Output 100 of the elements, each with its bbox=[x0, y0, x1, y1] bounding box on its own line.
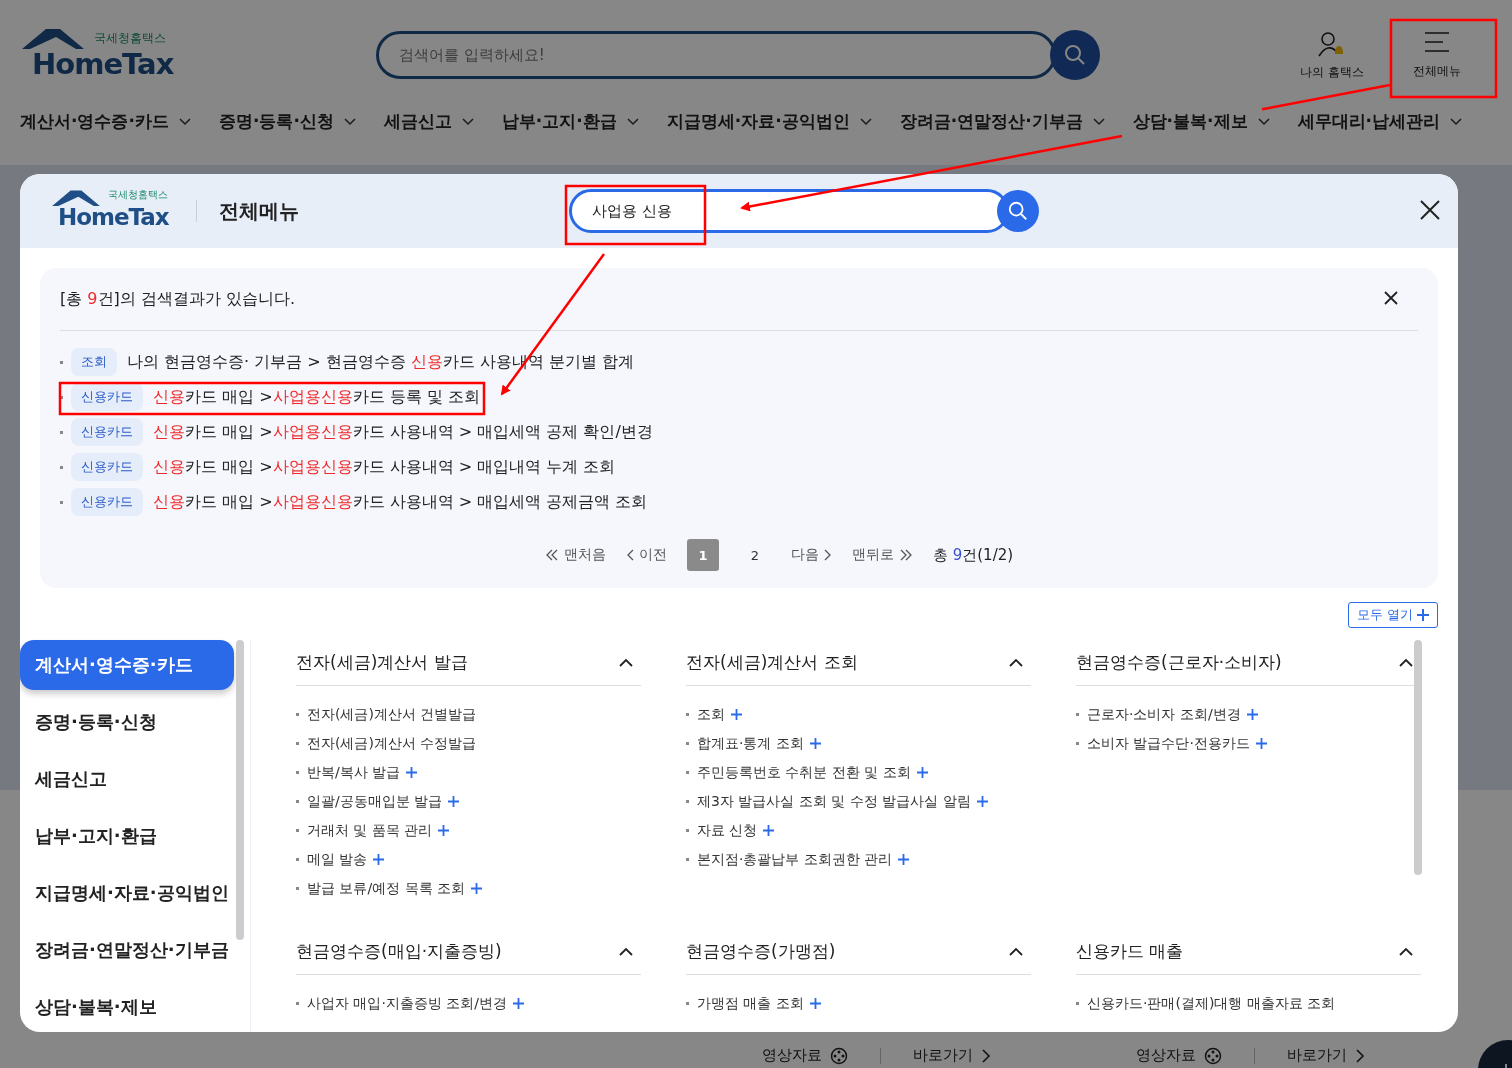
my-hometax-button[interactable]: 나의 홈택스 bbox=[1300, 29, 1364, 81]
film-reel-icon bbox=[1204, 1046, 1222, 1065]
section-header[interactable]: 신용카드 매출 bbox=[1076, 929, 1421, 975]
scrollbar-thumb[interactable] bbox=[236, 640, 244, 940]
expand-icon[interactable] bbox=[731, 709, 742, 720]
expand-all-button[interactable]: 모두 열기 bbox=[1347, 602, 1438, 628]
category-tab[interactable]: 장려금·연말정산·기부금 bbox=[20, 925, 234, 975]
expand-icon[interactable] bbox=[763, 825, 775, 836]
expand-icon[interactable] bbox=[471, 883, 483, 894]
close-icon bbox=[1384, 290, 1398, 305]
nav-menu-item[interactable]: 납부·고지·환급 bbox=[501, 110, 639, 133]
scrollbar-thumb[interactable] bbox=[1414, 640, 1422, 875]
caret-up-icon bbox=[1009, 658, 1023, 667]
expand-icon[interactable] bbox=[448, 796, 460, 807]
chevron-down-icon bbox=[859, 117, 872, 126]
previous-page-button[interactable]: 이전 bbox=[625, 546, 667, 564]
expand-icon[interactable] bbox=[513, 998, 525, 1009]
menu-link[interactable]: 주민등록번호 수취분 전환 및 조회 bbox=[697, 763, 911, 782]
last-page-button[interactable]: 맨뒤로 bbox=[851, 546, 913, 564]
nav-menu-item[interactable]: 장려금·연말정산·기부금 bbox=[899, 110, 1105, 133]
category-tab[interactable]: 세금신고 bbox=[20, 754, 234, 804]
chevron-down-icon bbox=[1257, 117, 1270, 126]
nav-menu-item[interactable]: 계산서·영수증·카드 bbox=[20, 110, 191, 133]
chevron-down-icon bbox=[461, 117, 474, 126]
result-link[interactable]: 신용카드 매입 >사업용신용카드 사용내역 > 매입세액 공제 확인/변경 bbox=[153, 421, 653, 443]
menu-button[interactable]: 전체메뉴 bbox=[1391, 30, 1482, 80]
category-tag: 신용카드 bbox=[71, 488, 143, 516]
category-tag: 조회 bbox=[71, 348, 117, 376]
menu-link[interactable]: 합계표·통계 조회 bbox=[697, 734, 804, 753]
expand-icon[interactable] bbox=[1246, 709, 1258, 720]
menu-link[interactable]: 거래처 및 품목 관리 bbox=[307, 821, 433, 840]
category-tab[interactable]: 증명·등록·신청 bbox=[20, 697, 234, 747]
category-tag: 신용카드 bbox=[71, 383, 143, 411]
section-header[interactable]: 전자(세금)계산서 조회 bbox=[686, 640, 1031, 686]
section-header[interactable]: 전자(세금)계산서 발급 bbox=[296, 640, 641, 686]
next-page-button[interactable]: 다음 bbox=[790, 546, 832, 564]
nav-menu-item[interactable]: 증명·등록·신청 bbox=[218, 110, 356, 133]
plus-icon bbox=[1417, 609, 1429, 621]
menu-link[interactable]: 사업자 매입·지출증빙 조회/변경 bbox=[307, 994, 508, 1013]
menu-link[interactable]: 반복/복사 발급 bbox=[307, 763, 401, 782]
category-tab[interactable]: 납부·고지·환급 bbox=[20, 811, 234, 861]
nav-menu-item[interactable]: 세금신고 bbox=[383, 110, 474, 133]
section-header[interactable]: 현금영수증(매입·지출증빙) bbox=[296, 929, 641, 975]
menu-link[interactable]: 소비자 발급수단·전용카드 bbox=[1087, 734, 1250, 753]
double-chevron-right-icon bbox=[898, 549, 913, 561]
expand-icon[interactable] bbox=[406, 767, 418, 778]
expand-icon[interactable] bbox=[809, 998, 821, 1009]
menu-link[interactable]: 자료 신청 bbox=[697, 821, 758, 840]
category-tab[interactable]: 상담·불복·제보 bbox=[20, 982, 234, 1032]
menu-link[interactable]: 본지점·총괄납부 조회권한 관리 bbox=[697, 850, 893, 869]
expand-icon[interactable] bbox=[373, 854, 385, 865]
result-summary: [총 9건]의 검색결과가 있습니다. bbox=[60, 288, 295, 310]
chevron-right-icon bbox=[1355, 1048, 1365, 1063]
expand-icon[interactable] bbox=[809, 738, 821, 749]
menu-link[interactable]: 일괄/공동매입분 발급 bbox=[307, 792, 443, 811]
chevron-down-icon bbox=[178, 117, 191, 126]
film-reel-icon bbox=[830, 1046, 848, 1065]
menu-link[interactable]: 신용카드·판매(결제)대행 매출자료 조회 bbox=[1087, 994, 1336, 1013]
expand-icon[interactable] bbox=[1255, 738, 1267, 749]
menu-link[interactable]: 발급 보류/예정 목록 조회 bbox=[307, 879, 466, 898]
chevron-right-icon bbox=[823, 549, 832, 561]
menu-link[interactable]: 제3자 발급사실 조회 및 수정 발급사실 알림 bbox=[697, 792, 971, 811]
close-icon bbox=[1420, 199, 1440, 220]
result-link[interactable]: 신용카드 매입 >사업용신용카드 등록 및 조회 bbox=[153, 386, 480, 408]
caret-up-icon bbox=[619, 658, 633, 667]
category-tag: 신용카드 bbox=[71, 453, 143, 481]
video-link[interactable]: 영상자료 bbox=[762, 1046, 848, 1065]
menu-link[interactable]: 근로자·소비자 조회/변경 bbox=[1087, 705, 1241, 724]
chevron-down-icon bbox=[1092, 117, 1105, 126]
expand-icon[interactable] bbox=[438, 825, 450, 836]
shortcut-link[interactable]: 바로가기 bbox=[913, 1046, 991, 1065]
expand-icon[interactable] bbox=[976, 796, 988, 807]
nav-menu-item[interactable]: 지급명세·자료·공익법인 bbox=[666, 110, 872, 133]
dialog-title: 전체메뉴 bbox=[219, 197, 299, 225]
search-icon bbox=[1007, 200, 1029, 222]
menu-link[interactable]: 조회 bbox=[697, 705, 725, 724]
result-link[interactable]: 신용카드 매입 >사업용신용카드 사용내역 > 매입세액 공제금액 조회 bbox=[153, 491, 648, 513]
house-icon bbox=[50, 189, 102, 209]
result-link[interactable]: 신용카드 매입 >사업용신용카드 사용내역 > 매입내역 누계 조회 bbox=[153, 456, 616, 478]
nav-menu-item[interactable]: 세무대리·납세관리 bbox=[1297, 110, 1462, 133]
first-page-button[interactable]: 맨처음 bbox=[544, 546, 606, 564]
section-header[interactable]: 현금영수증(가맹점) bbox=[686, 929, 1031, 975]
hometax-logo[interactable]: 국세청홈택스 HomeTax bbox=[48, 189, 174, 233]
category-tag: 신용카드 bbox=[71, 418, 143, 446]
shortcut-link[interactable]: 바로가기 bbox=[1287, 1046, 1365, 1065]
expand-icon[interactable] bbox=[898, 854, 910, 865]
menu-link[interactable]: 메일 발송 bbox=[307, 850, 368, 869]
caret-up-icon bbox=[619, 947, 633, 956]
menu-link[interactable]: 전자(세금)계산서 수정발급 bbox=[307, 734, 477, 753]
page-button[interactable]: 2 bbox=[738, 539, 771, 571]
menu-link[interactable]: 전자(세금)계산서 건별발급 bbox=[307, 705, 477, 724]
category-tab[interactable]: 계산서·영수증·카드 bbox=[20, 640, 234, 690]
chevron-down-icon bbox=[626, 117, 639, 126]
caret-up-icon bbox=[1399, 947, 1413, 956]
expand-icon[interactable] bbox=[916, 767, 928, 778]
nav-menu-item[interactable]: 상담·불복·제보 bbox=[1132, 110, 1270, 133]
menu-link[interactable]: 가맹점 매출 조회 bbox=[697, 994, 804, 1013]
hometax-logo[interactable]: 국세청홈택스 HomeTax bbox=[20, 27, 176, 83]
video-link[interactable]: 영상자료 bbox=[1136, 1046, 1222, 1065]
category-tab[interactable]: 지급명세·자료·공익법인 bbox=[20, 868, 234, 918]
